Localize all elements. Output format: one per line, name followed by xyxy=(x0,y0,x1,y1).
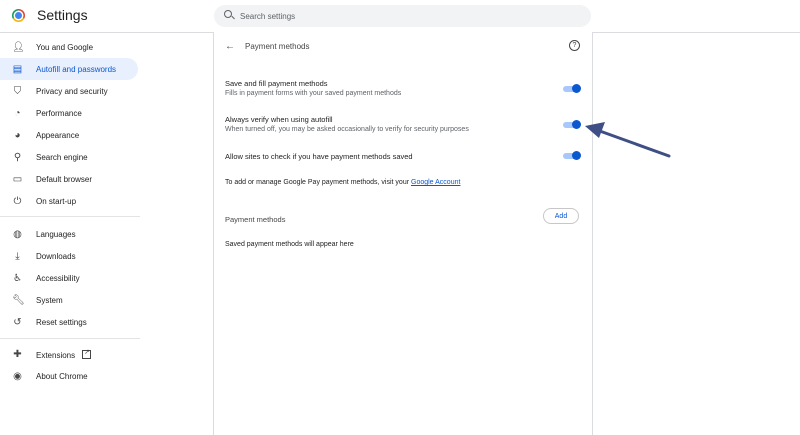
sidebar-item-on-start-up[interactable]: ⏻ On start-up xyxy=(0,190,138,212)
sidebar-item-default-browser[interactable]: ▭ Default browser xyxy=(0,168,138,190)
search-box[interactable] xyxy=(214,5,591,27)
sidebar-item-label: Reset settings xyxy=(36,317,87,327)
wrench-icon: 🔧︎ xyxy=(12,294,25,306)
sidebar-item-label: Extensions xyxy=(36,348,92,360)
help-icon[interactable]: ? xyxy=(569,40,580,51)
sidebar-item-search-engine[interactable]: ⚲ Search engine xyxy=(0,146,138,168)
payment-methods-section-label: Payment methods xyxy=(225,215,286,224)
sidebar-item-label: Appearance xyxy=(36,130,80,140)
always-verify-toggle[interactable] xyxy=(563,120,581,129)
sidebar-item-label: Accessibility xyxy=(36,273,80,283)
app-title: Settings xyxy=(37,7,88,23)
allow-sites-check-toggle[interactable] xyxy=(563,151,581,160)
setting-title: Always verify when using autofill xyxy=(225,115,333,124)
setting-title: Allow sites to check if you have payment… xyxy=(225,152,413,161)
sidebar-item-label: Languages xyxy=(36,229,76,239)
sidebar-item-label: Performance xyxy=(36,108,82,118)
sidebar-item-languages[interactable]: ◍ Languages xyxy=(0,223,138,245)
accessibility-icon: ♿︎ xyxy=(13,272,22,284)
sidebar-item-autofill[interactable]: ▤ Autofill and passwords xyxy=(0,58,138,80)
add-payment-method-button[interactable]: Add xyxy=(543,208,579,224)
sidebar-item-downloads[interactable]: ⤓ Downloads xyxy=(0,245,138,267)
toggle-knob xyxy=(572,84,581,93)
sidebar-item-label: About Chrome xyxy=(36,371,88,381)
power-icon: ⏻ xyxy=(13,195,22,207)
empty-state-text: Saved payment methods will appear here xyxy=(225,241,354,248)
sidebar-item-label: Search engine xyxy=(36,152,88,162)
chrome-icon: ◉ xyxy=(13,370,22,382)
browser-icon: ▭ xyxy=(12,173,23,185)
setting-title: Save and fill payment methods xyxy=(225,79,328,88)
sidebar-item-label: You and Google xyxy=(36,42,94,52)
sidebar-item-about-chrome[interactable]: ◉ About Chrome xyxy=(0,365,138,387)
google-pay-description: To add or manage Google Pay payment meth… xyxy=(225,179,410,186)
search-icon xyxy=(224,10,232,18)
sidebar-item-system[interactable]: 🔧︎ System xyxy=(0,289,138,311)
sidebar-item-label: Autofill and passwords xyxy=(36,64,117,74)
sidebar-item-label: On start-up xyxy=(36,196,77,206)
sidebar-item-privacy[interactable]: ⛉ Privacy and security xyxy=(0,80,138,102)
shield-icon: ⛉ xyxy=(13,85,22,97)
sidebar-item-you-and-google[interactable]: 👤︎ You and Google xyxy=(0,36,138,58)
sidebar-item-label: Downloads xyxy=(36,251,76,261)
toggle-knob xyxy=(572,151,581,160)
search-icon: ⚲ xyxy=(13,151,22,163)
sidebar-item-label: Default browser xyxy=(36,174,93,184)
sidebar-item-label: System xyxy=(36,295,63,305)
payment-methods-card: ← Payment methods ? Save and fill paymen… xyxy=(213,32,593,435)
page-title: Payment methods xyxy=(245,42,310,51)
sidebar-item-performance[interactable]: ◔ Performance xyxy=(0,102,138,124)
globe-icon: ◍ xyxy=(13,228,22,240)
google-pay-text: To add or manage Google Pay payment meth… xyxy=(225,179,460,186)
extensions-label: Extensions xyxy=(36,350,76,360)
sidebar-item-label: Privacy and security xyxy=(36,86,108,96)
sidebar-item-reset-settings[interactable]: ↺ Reset settings xyxy=(0,311,138,333)
sidebar-divider xyxy=(0,216,140,217)
palette-icon: ◕ xyxy=(14,129,21,141)
setting-subtitle: Fills in payment forms with your saved p… xyxy=(225,90,402,97)
person-icon: 👤︎ xyxy=(12,41,25,53)
save-and-fill-toggle[interactable] xyxy=(563,84,581,93)
puzzle-icon: ✚ xyxy=(13,348,22,360)
google-account-link[interactable]: Google Account xyxy=(411,179,460,186)
sidebar-item-extensions[interactable]: ✚ Extensions xyxy=(0,343,138,365)
restore-icon: ↺ xyxy=(13,316,22,328)
top-bar: Settings xyxy=(0,0,800,33)
clipboard-icon: ▤ xyxy=(12,63,23,75)
download-icon: ⤓ xyxy=(15,250,20,262)
back-arrow-icon[interactable]: ← xyxy=(225,41,235,52)
speedometer-icon: ◔ xyxy=(14,107,21,119)
sidebar-divider xyxy=(0,338,140,339)
open-in-new-icon xyxy=(82,348,92,359)
search-input[interactable] xyxy=(240,5,570,27)
chrome-logo-icon xyxy=(12,9,25,22)
annotation-arrow-icon xyxy=(585,122,671,158)
sidebar-item-appearance[interactable]: ◕ Appearance xyxy=(0,124,138,146)
setting-subtitle: When turned off, you may be asked occasi… xyxy=(225,126,469,133)
sidebar-item-accessibility[interactable]: ♿︎ Accessibility xyxy=(0,267,138,289)
toggle-knob xyxy=(572,120,581,129)
